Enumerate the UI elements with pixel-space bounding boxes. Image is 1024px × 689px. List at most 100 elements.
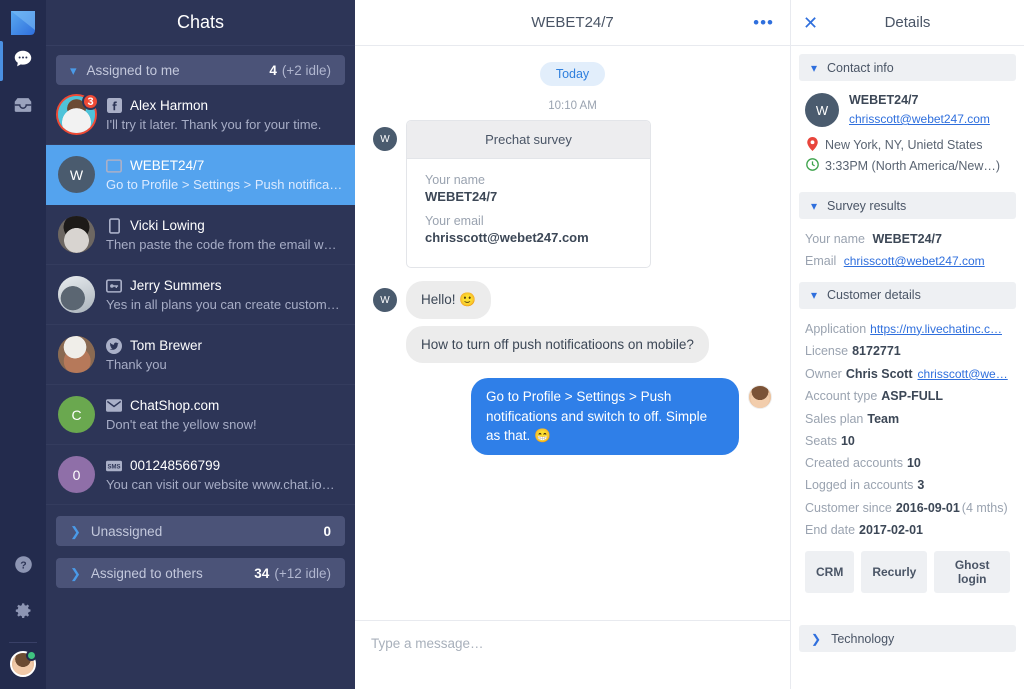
customer-detail-row: Owner Chris Scott chrisscott@we… <box>805 366 1010 383</box>
chevron-down-icon: ▾ <box>811 288 818 303</box>
field-label: Seats <box>805 433 837 448</box>
customer-detail-row: Application https://my.livechatinc.c… <box>805 321 1010 338</box>
chat-list-item[interactable]: 3 Alex Harmon I'll try it later. Thank you… <box>46 85 355 145</box>
survey-field-label: Your email <box>425 214 484 228</box>
chat-list-item[interactable]: C ChatShop.com Don't eat the yellow snow! <box>46 385 355 445</box>
chat-list-panel: Chats ▾ Assigned to me 4 (+2 idle) 3 Alex… <box>46 0 355 689</box>
svg-text:?: ? <box>20 559 26 571</box>
field-label: Application <box>805 321 867 336</box>
field-value-link[interactable]: https://my.livechatinc.c… <box>870 322 1002 336</box>
chevron-right-icon: ❯ <box>70 523 81 539</box>
customer-detail-row: Created accounts 10 <box>805 455 1010 471</box>
chat-item-name: Vicki Lowing <box>130 218 205 233</box>
help-icon: ? <box>13 554 34 580</box>
chat-list-item[interactable]: Vicki Lowing Then paste the code from the… <box>46 205 355 265</box>
field-value: 2017-02-01 <box>859 522 923 537</box>
customer-details-content: Application https://my.livechatinc.c… Lice… <box>791 309 1024 607</box>
chat-list-item[interactable]: Jerry Summers Yes in all plans you can cr… <box>46 265 355 325</box>
chat-item-name: Alex Harmon <box>130 98 209 113</box>
section-customer-details[interactable]: ▾ Customer details <box>799 281 1016 309</box>
group-assigned-to-me[interactable]: ▾ Assigned to me 4 (+2 idle) <box>56 55 345 85</box>
chat-item-meta: WEBET24/7 Go to Profile > Settings > Push… <box>106 158 343 192</box>
nav-help[interactable]: ? <box>0 544 46 590</box>
chat-item-name: ChatShop.com <box>130 398 220 413</box>
unread-badge: 3 <box>82 93 99 110</box>
chat-item-header: ChatShop.com <box>106 398 343 414</box>
contact-time-row: 3:33PM (North America/New…) <box>805 158 1010 173</box>
recurly-button[interactable]: Recurly <box>861 551 928 594</box>
field-value: 8172771 <box>852 344 901 359</box>
field-note: (4 mths) <box>961 500 1008 515</box>
field-label: Email <box>805 254 837 269</box>
logo-icon[interactable] <box>8 8 38 38</box>
field-value: 3 <box>917 478 925 493</box>
crm-button[interactable]: CRM <box>805 551 855 594</box>
group-unassigned[interactable]: ❯ Unassigned 0 <box>56 516 345 546</box>
nav-chats[interactable] <box>0 38 46 84</box>
location-pin-icon <box>805 137 819 153</box>
field-label: Account type <box>805 389 878 404</box>
close-icon[interactable]: ✕ <box>803 14 818 32</box>
group-assigned-to-others[interactable]: ❯ Assigned to others 34 (+12 idle) <box>56 558 345 588</box>
avatar-photo <box>58 276 95 313</box>
mobile-icon <box>106 217 122 234</box>
chat-item-preview: Yes in all plans you can create custom c… <box>106 296 343 312</box>
nav-archives[interactable] <box>0 84 46 130</box>
details-header: ✕ Details <box>791 0 1024 46</box>
chat-avatar <box>58 336 95 373</box>
chat-item-header: Tom Brewer <box>106 337 343 354</box>
chat-item-meta: Tom Brewer Thank you <box>106 337 343 372</box>
ghost-login-button[interactable]: Ghost login <box>934 551 1010 594</box>
message-bubble-incoming: Hello! 🙂 <box>406 281 492 319</box>
customer-detail-rows: Application https://my.livechatinc.c… Lice… <box>805 321 1010 538</box>
field-value: 10 <box>840 433 855 448</box>
chat-list-item[interactable]: W WEBET24/7 Go to Profile > Settings > Pus… <box>46 145 355 205</box>
section-label: Technology <box>831 631 895 646</box>
customer-detail-row: Logged in accounts 3 <box>805 477 1010 493</box>
field-label: Owner <box>805 366 842 381</box>
field-value: Chris Scott <box>845 366 913 381</box>
contact-avatar: W <box>373 288 397 312</box>
clock-icon <box>805 158 819 173</box>
chat-item-name: Tom Brewer <box>130 338 203 353</box>
group-count: 4 <box>269 62 277 78</box>
left-nav-rail: ? <box>0 0 46 689</box>
section-technology[interactable]: ❯ Technology <box>799 625 1016 653</box>
details-body: ▾ Contact info W WEBET24/7 chrisscott@we… <box>791 46 1024 689</box>
customer-detail-row: End date 2017-02-01 <box>805 522 1010 538</box>
contact-email-link[interactable]: chrisscott@webet247.com <box>849 112 990 126</box>
current-user-avatar[interactable] <box>10 650 37 677</box>
chat-item-header: Jerry Summers <box>106 278 343 294</box>
field-label: Your name <box>805 232 865 246</box>
chevron-down-icon: ▾ <box>70 62 77 78</box>
contact-info-content: W WEBET24/7 chrisscott@webet247.com New … <box>791 81 1024 192</box>
field-value-link[interactable]: chrisscott@webet247.com <box>844 254 985 268</box>
chat-item-meta: ChatShop.com Don't eat the yellow snow! <box>106 398 343 432</box>
section-contact-info[interactable]: ▾ Contact info <box>799 54 1016 81</box>
chat-item-name: 001248566799 <box>130 458 221 473</box>
survey-field-value: WEBET24/7 <box>425 189 498 204</box>
contact-location-row: New York, NY, Unietd States <box>805 137 1010 153</box>
nav-settings[interactable] <box>0 590 46 636</box>
chat-avatar: 0 <box>58 456 95 493</box>
field-label: Sales plan <box>805 411 864 426</box>
more-options-icon[interactable]: ••• <box>753 14 774 31</box>
conversation-header: WEBET24/7 ••• <box>355 0 790 46</box>
chevron-down-icon: ▾ <box>811 60 818 75</box>
field-value-link[interactable]: chrisscott@we… <box>918 367 1008 381</box>
chat-item-name: WEBET24/7 <box>130 158 205 173</box>
chat-list-item[interactable]: 0 SMS 001248566799 You can visit our websit… <box>46 445 355 505</box>
section-survey-results[interactable]: ▾ Survey results <box>799 192 1016 219</box>
survey-card-body: Your name WEBET24/7 Your email chrisscot… <box>407 159 650 267</box>
survey-result-row: Email chrisscott@webet247.com <box>805 253 1010 270</box>
customer-detail-row: Seats 10 <box>805 433 1010 449</box>
chat-item-preview: Don't eat the yellow snow! <box>106 416 257 432</box>
svg-text:SMS: SMS <box>107 464 120 470</box>
field-value: WEBET24/7 <box>872 232 942 246</box>
message-input[interactable] <box>371 636 774 651</box>
chat-avatar: 3 <box>58 93 99 133</box>
chat-list-item[interactable]: Tom Brewer Thank you <box>46 325 355 385</box>
online-status-indicator <box>26 650 37 661</box>
section-label: Survey results <box>827 198 907 213</box>
chevron-right-icon: ❯ <box>70 565 81 581</box>
